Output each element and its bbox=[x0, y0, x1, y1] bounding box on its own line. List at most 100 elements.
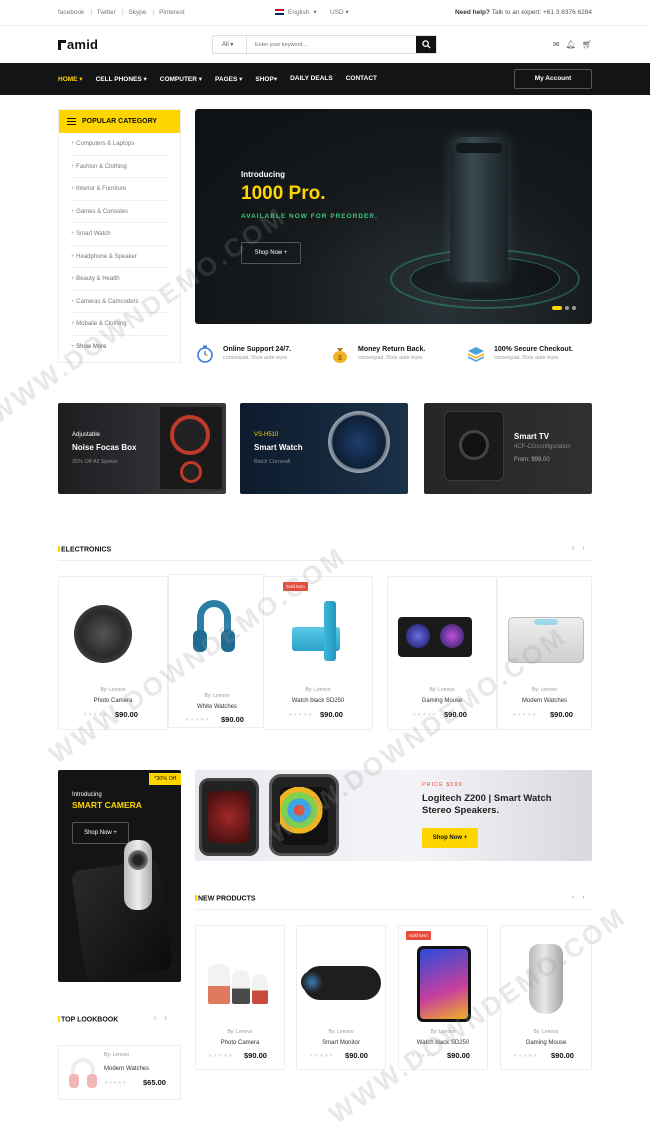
product-card[interactable]: By: Lenovo Gaming Mouse ★★★★★ $90.00 bbox=[387, 576, 497, 730]
category-item[interactable]: Smart Watch bbox=[71, 223, 168, 246]
lookbook-nav-arrows: ‹› bbox=[154, 1015, 175, 1022]
category-item[interactable]: Mobaile & Clothing bbox=[71, 313, 168, 336]
product-card[interactable]: By: Lenovo Smart Monitor ★★★★★ $90.00 bbox=[296, 925, 386, 1070]
hero-shop-now-button[interactable]: Shop Now + bbox=[241, 242, 301, 264]
nav-item-daily-deals[interactable]: DAILY DEALS bbox=[290, 75, 333, 83]
feature-support: Online Support 24/7. consequat. Duis aute… bbox=[195, 344, 291, 364]
chevron-left-icon[interactable]: ‹ bbox=[572, 545, 582, 552]
electronics-nav-arrows: ‹› bbox=[572, 545, 593, 552]
logo-mark-icon bbox=[58, 40, 66, 50]
category-list: Computers & Laptops Fashion & Clothing I… bbox=[59, 133, 180, 358]
skype-link[interactable]: Skype bbox=[128, 9, 146, 16]
product-image bbox=[498, 587, 591, 677]
search-input[interactable] bbox=[247, 36, 416, 53]
category-item[interactable]: Beauty & Health bbox=[71, 268, 168, 291]
my-account-button[interactable]: My Account bbox=[514, 69, 592, 89]
currency-select[interactable]: USD ▾ bbox=[330, 8, 349, 16]
rating-stars-icon: ★★★★★ bbox=[512, 712, 537, 718]
header: amid All ▾ ✉ 🔔︎ 🛒︎ bbox=[0, 27, 650, 63]
lookbook-item[interactable]: By: Lenovo Modern Watches ★★★★★ $65.00 bbox=[58, 1045, 181, 1100]
camera-lens-image bbox=[124, 840, 152, 910]
camera-image bbox=[70, 859, 174, 981]
rating-stars-icon: ★★★★★ bbox=[513, 1053, 538, 1059]
product-card[interactable]: Sold item By: Lenovo Watch black SD250 ★… bbox=[398, 925, 488, 1070]
category-header[interactable]: POPULAR CATEGORY bbox=[59, 110, 180, 133]
product-card[interactable]: By: Lenovo White Watches ★★★★★ $90.00 bbox=[168, 574, 266, 728]
logitech-banner[interactable]: PRICE $599 Logitech Z200 | Smart Watch S… bbox=[195, 770, 592, 861]
banner-price: PRICE $599 bbox=[422, 782, 463, 788]
camera-shop-now-button[interactable]: Shop Now + bbox=[72, 822, 129, 844]
nav-item-computer[interactable]: COMPUTER ▾ bbox=[160, 75, 202, 83]
camera-promo-title: SMART CAMERA bbox=[72, 800, 142, 810]
category-item[interactable]: Cameras & Camcoders bbox=[71, 291, 168, 313]
slider-dot[interactable] bbox=[552, 306, 562, 310]
tv-image bbox=[444, 411, 504, 481]
product-card[interactable]: By: Lenovo Gaming Mouse ★★★★★ $90.00 bbox=[500, 925, 592, 1070]
bell-icon[interactable]: 🔔︎ bbox=[566, 40, 576, 49]
money-bag-icon: $ bbox=[333, 348, 347, 363]
rating-stars-icon: ★★★★★ bbox=[104, 1080, 127, 1086]
product-image bbox=[196, 936, 284, 1026]
slider-dot[interactable] bbox=[565, 306, 569, 310]
slider-dot[interactable] bbox=[572, 306, 576, 310]
product-image bbox=[59, 587, 167, 677]
search-button[interactable] bbox=[416, 36, 436, 53]
chevron-down-icon: ▾ bbox=[345, 9, 349, 16]
category-item[interactable]: Games & Consoles bbox=[71, 201, 168, 223]
divider bbox=[195, 909, 592, 910]
product-card[interactable]: By: Lenovo Photo Camera ★★★★★ $90.00 bbox=[195, 925, 285, 1070]
product-card[interactable]: By: Lenovo Modern Watches ★★★★★ $90.00 bbox=[497, 576, 592, 730]
headphone-image bbox=[67, 1056, 99, 1090]
category-item[interactable]: Fashion & Clothing bbox=[71, 156, 168, 178]
feature-money-return: $ Money Return Back. consequat. Duis aute… bbox=[330, 344, 425, 364]
chevron-right-icon[interactable]: › bbox=[164, 1015, 174, 1022]
category-item[interactable]: Interior & Furniture bbox=[71, 178, 168, 201]
divider bbox=[58, 560, 592, 561]
facebook-link[interactable]: facebook bbox=[58, 9, 84, 16]
banner-shop-now-button[interactable]: Shop Now + bbox=[422, 828, 478, 848]
new-products-nav-arrows: ‹› bbox=[572, 894, 593, 901]
hero-subtitle: AVAILABLE NOW FOR PREORDER. bbox=[241, 213, 378, 220]
product-card[interactable]: By: Lenovo Photo Camera ★★★★★ $90.00 bbox=[58, 576, 168, 730]
product-image bbox=[169, 585, 265, 675]
nav-item-pages[interactable]: PAGES ▾ bbox=[215, 75, 242, 83]
product-image bbox=[264, 587, 372, 677]
chevron-right-icon[interactable]: › bbox=[582, 545, 592, 552]
product-card[interactable]: Sold item By: Lenovo Watch black SD250 ★… bbox=[263, 576, 373, 730]
product-image bbox=[297, 936, 385, 1026]
search-category-select[interactable]: All ▾ bbox=[213, 36, 247, 53]
main-nav: HOME ▾ CELL PHONES ▾ COMPUTER ▾ PAGES ▾ … bbox=[0, 63, 650, 95]
rating-stars-icon: ★★★★★ bbox=[83, 712, 108, 718]
nav-item-shop[interactable]: SHOP▾ bbox=[255, 75, 277, 83]
category-item[interactable]: Headphone & Speaker bbox=[71, 246, 168, 268]
banner-smart-tv[interactable]: Smart TV 4CF-CGconfiguration From: $99.0… bbox=[424, 403, 592, 494]
svg-text:$: $ bbox=[338, 355, 342, 362]
product-image bbox=[399, 936, 487, 1026]
category-item[interactable]: Computers & Laptops bbox=[71, 133, 168, 156]
cart-icon[interactable]: 🛒︎ bbox=[582, 40, 592, 49]
layers-icon bbox=[467, 347, 485, 362]
slider-dots bbox=[552, 306, 576, 310]
pinterest-link[interactable]: Pinterest bbox=[159, 9, 185, 16]
language-select[interactable]: English ▾ bbox=[275, 8, 317, 16]
logo[interactable]: amid bbox=[58, 37, 98, 52]
nav-item-contact[interactable]: CONTACT bbox=[346, 75, 377, 83]
watches-image bbox=[269, 774, 339, 856]
twitter-link[interactable]: Twitter bbox=[97, 9, 116, 16]
banner-noise-focas-box[interactable]: Adjustable Noise Focas Box 30% Off All S… bbox=[58, 403, 226, 494]
nav-menu: HOME ▾ CELL PHONES ▾ COMPUTER ▾ PAGES ▾ … bbox=[58, 75, 377, 83]
speaker-image bbox=[158, 405, 224, 491]
chevron-right-icon[interactable]: › bbox=[582, 894, 592, 901]
rating-stars-icon: ★★★★★ bbox=[208, 1053, 233, 1059]
chevron-left-icon[interactable]: ‹ bbox=[154, 1015, 164, 1022]
chevron-left-icon[interactable]: ‹ bbox=[572, 894, 582, 901]
nav-item-cell-phones[interactable]: CELL PHONES ▾ bbox=[96, 75, 147, 83]
smart-camera-promo[interactable]: *30% Off Introducing SMART CAMERA Shop N… bbox=[58, 770, 181, 982]
rating-stars-icon: ★★★★★ bbox=[411, 1053, 436, 1059]
feature-secure-checkout: 100% Secure Checkout. consequat. Duis aut… bbox=[466, 344, 573, 364]
show-more-link[interactable]: Show More bbox=[71, 336, 168, 359]
banner-smart-watch[interactable]: VS-H510 Smart Watch Black Cornwall bbox=[240, 403, 408, 494]
nav-item-home[interactable]: HOME ▾ bbox=[58, 75, 83, 83]
hero-slider: Introducing 1000 Pro. AVAILABLE NOW FOR … bbox=[195, 109, 592, 324]
mail-icon[interactable]: ✉ bbox=[553, 40, 560, 49]
